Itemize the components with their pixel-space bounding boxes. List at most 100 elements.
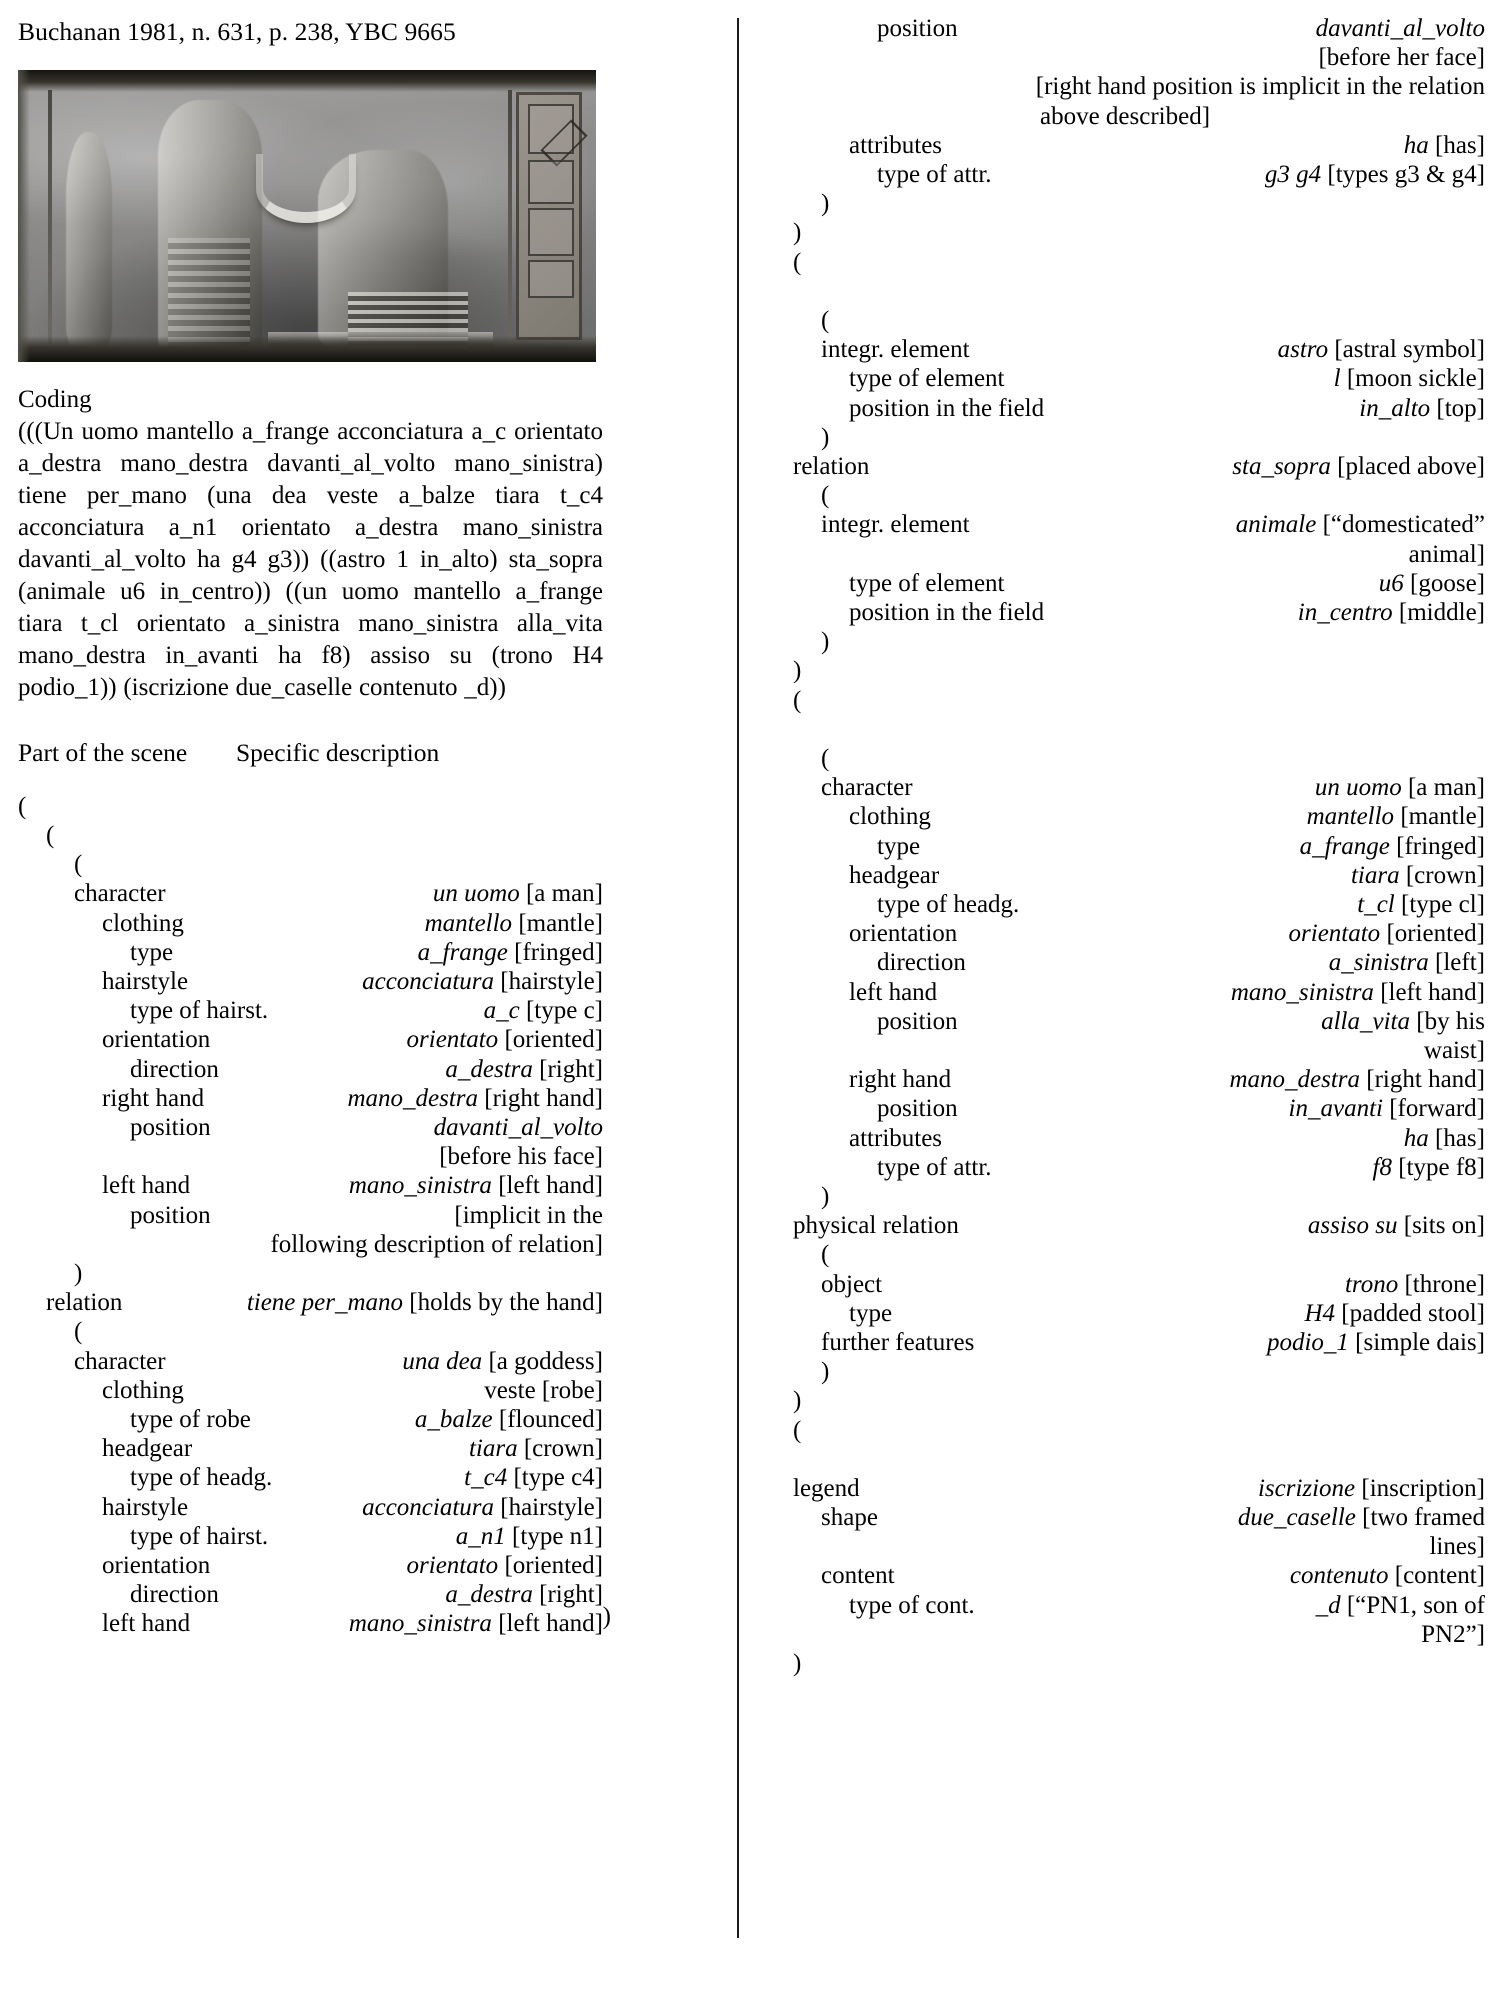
tree-row-label: position [130, 1114, 211, 1142]
english-gloss: [padded stool] [1341, 1299, 1485, 1327]
italian-term: a_c [483, 997, 520, 1025]
english-gloss: [hairstyle] [500, 1493, 603, 1521]
value-continuation-line: [before her face] [1318, 44, 1485, 72]
tree-row-label: type of element [849, 365, 1005, 393]
english-gloss: [inscription] [1361, 1474, 1485, 1502]
english-gloss: [right hand] [1366, 1066, 1485, 1094]
tree-row: direction a_destra [right] [18, 1580, 603, 1609]
group-open-paren: ( [765, 248, 1485, 277]
tree-row: orientation orientato [oriented] [765, 919, 1485, 948]
tree-row-label: direction [877, 949, 966, 977]
group-open-paren: ( [765, 744, 1485, 773]
italian-term: mano_destra [347, 1084, 479, 1112]
tree-row: type of robe a_balze [flounced] [18, 1405, 603, 1434]
tree-row-label: hairstyle [102, 968, 189, 996]
english-gloss: [crown] [523, 1435, 603, 1463]
tree-row-label: character [74, 880, 166, 908]
tree-row: type of element l [moon sickle] [765, 364, 1485, 393]
tree-row: position in the field in_centro [middle] [765, 598, 1485, 627]
english-gloss: [“domesticated” [1322, 511, 1485, 539]
tree-row-label: further features [821, 1328, 975, 1356]
english-gloss: [type f8] [1398, 1153, 1485, 1181]
english-gloss: [oriented] [504, 1552, 603, 1580]
italian-term: alla_vita [1321, 1007, 1410, 1035]
italian-term: a_destra [445, 1055, 533, 1083]
group-close-paren: ) [765, 1182, 1485, 1211]
tree-row-label: character [74, 1347, 166, 1375]
tree-row: content contenuto [content] [765, 1561, 1485, 1590]
paren-glyph: ) [821, 1182, 830, 1210]
tree-row-label: headgear [849, 861, 940, 889]
tree-row-value: t_cl [type cl] [765, 890, 1485, 919]
english-gloss: [a man] [525, 880, 603, 908]
english-gloss: [right] [539, 1055, 603, 1083]
paren-glyph: ) [793, 219, 802, 247]
group-close-paren: ) [765, 627, 1485, 656]
coding-string: (((Un uomo mantello a_frange acconciatur… [18, 417, 603, 701]
english-gloss: [type cl] [1401, 890, 1485, 918]
group-open-paren: ( [765, 1240, 1485, 1269]
tree-row: position in the field in_alto [top] [765, 394, 1485, 423]
english-gloss: [a goddess] [488, 1347, 603, 1375]
italian-term: astro [1277, 336, 1329, 364]
cylinder-seal-impression-image [18, 69, 596, 362]
english-gloss: [type c4] [513, 1464, 603, 1492]
english-gloss: [forward] [1389, 1095, 1485, 1123]
tree-row-label: physical relation [793, 1212, 959, 1240]
tree-row-label: clothing [849, 803, 931, 831]
paren-glyph: ( [793, 686, 802, 714]
english-gloss: [fringed] [514, 938, 603, 966]
italian-term: l [1333, 365, 1341, 393]
group-close-paren: ) [765, 1649, 1485, 1678]
tree-row-label: relation [793, 452, 870, 480]
tree-row-label: position in the field [849, 598, 1045, 626]
tree-row-label: left hand [849, 978, 938, 1006]
italian-term: animale [1235, 511, 1317, 539]
english-gloss: [oriented] [504, 1026, 603, 1054]
tree-row: type of attr. f8 [type f8] [765, 1153, 1485, 1182]
tree-row: further features podio_1 [simple dais] [765, 1328, 1485, 1357]
tree-row-value: davanti_al_volto [765, 14, 1485, 43]
column-divider [737, 18, 739, 1938]
tree-row: type H4 [padded stool] [765, 1299, 1485, 1328]
seal-figure-standing-deity [158, 99, 262, 350]
english-gloss: [type c] [525, 997, 603, 1025]
group-open-paren: ( [765, 686, 1485, 715]
english-gloss: [fringed] [1396, 832, 1485, 860]
tree-row: legend iscrizione [inscription] [765, 1474, 1485, 1503]
english-gloss: [left hand] [498, 1172, 603, 1200]
tree-row-label: left hand [102, 1172, 191, 1200]
tree-row: relation tiene per_mano [holds by the han… [18, 1288, 603, 1317]
italian-term: trono [1344, 1270, 1399, 1298]
tree-row-value: g3 g4 [types g3 & g4] [765, 160, 1485, 189]
left-description-tree: (((character un uomo [a man] clothing mante… [18, 792, 603, 1639]
tree-row-label: type of headg. [130, 1464, 273, 1492]
english-gloss: [mantle] [518, 909, 603, 937]
tree-row-value: t_c4 [type c4] [18, 1463, 603, 1492]
tree-row-label: orientation [102, 1552, 211, 1580]
group-close-paren: ) [765, 1386, 1485, 1415]
tree-row: headgear tiara [crown] [18, 1434, 603, 1463]
tree-row: integr. element astro [astral symbol] [765, 335, 1485, 364]
tree-row-label: left hand [102, 1610, 191, 1638]
english-gloss: [throne] [1404, 1270, 1485, 1298]
italian-term: a_frange [1299, 832, 1390, 860]
tree-row-label: hairstyle [102, 1493, 189, 1521]
english-gloss: [crown] [1405, 861, 1485, 889]
paren-glyph: ( [793, 248, 802, 276]
italian-term: ha [1403, 131, 1429, 159]
cuneiform-glyph [528, 207, 574, 256]
italian-term: orientato [1288, 920, 1381, 948]
tree-row: clothing mantello [mantle] [18, 909, 603, 938]
tree-row: type of cont. _d [“PN1, son of [765, 1591, 1485, 1620]
italian-term: davanti_al_volto [1315, 15, 1485, 42]
paren-glyph: ( [74, 1318, 83, 1346]
tree-row-label: right hand [849, 1066, 952, 1094]
english-gloss: [two framed [1362, 1504, 1485, 1532]
group-open-paren: ( [765, 306, 1485, 335]
cuneiform-glyph [528, 159, 574, 204]
tree-row-value: davanti_al_volto [18, 1113, 603, 1142]
group-close-paren: ) [765, 423, 1485, 452]
group-open-paren: ( [765, 1416, 1485, 1445]
